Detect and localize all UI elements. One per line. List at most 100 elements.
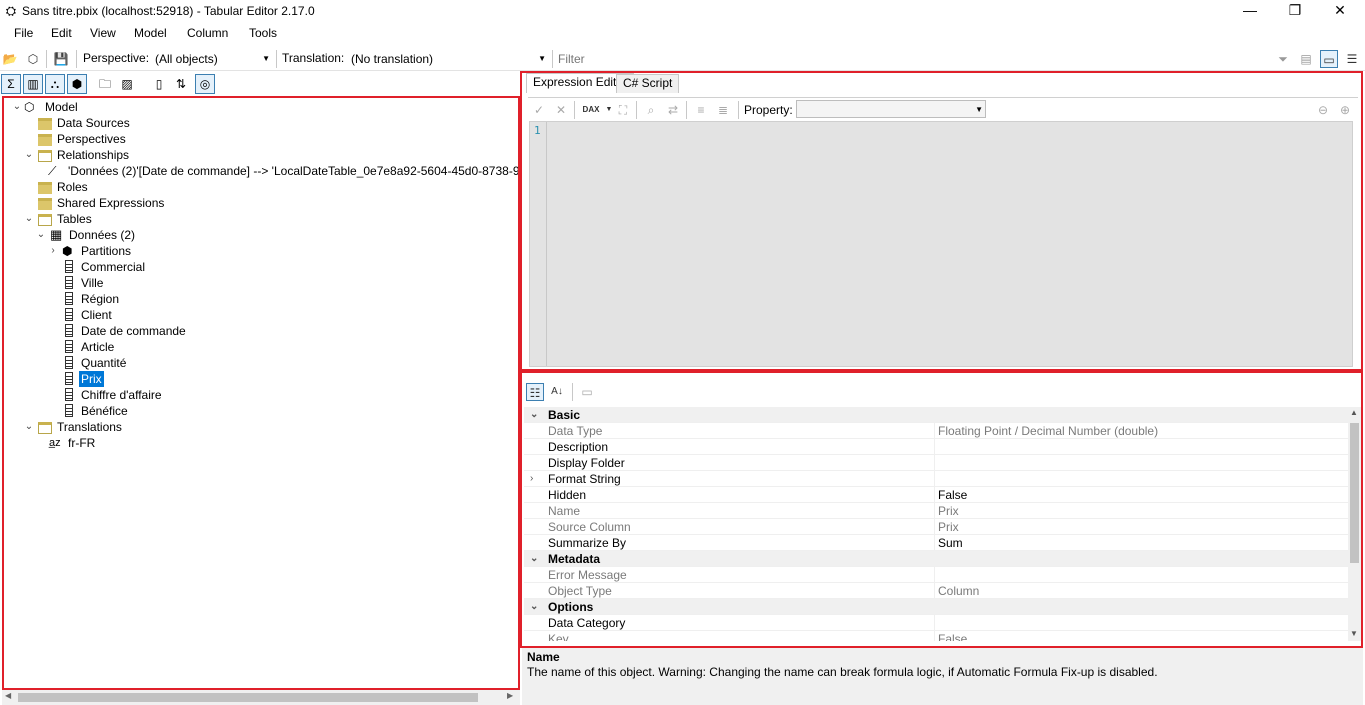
tree-node-column[interactable]: Date de commande <box>4 323 514 339</box>
chevron-down-icon[interactable]: ⌄ <box>36 227 46 243</box>
chevron-down-icon[interactable]: ⌄ <box>530 551 538 567</box>
property-row[interactable]: Hidden False <box>524 487 1348 503</box>
tree-node-shared-expressions[interactable]: Shared Expressions <box>4 195 514 211</box>
dependencies-icon[interactable]: ⛶ <box>614 101 632 119</box>
connect-icon[interactable]: ⬡ <box>24 50 42 68</box>
menu-column[interactable]: Column <box>187 26 228 40</box>
filter-input[interactable] <box>556 50 1256 68</box>
chevron-down-icon[interactable]: ⌄ <box>12 99 22 115</box>
column-divider[interactable] <box>934 439 935 455</box>
tree-node-column[interactable]: Client <box>4 307 514 323</box>
tree-node-column[interactable]: Article <box>4 339 514 355</box>
column-divider[interactable] <box>934 631 935 641</box>
show-columns-order-icon[interactable]: ▯ <box>149 74 169 94</box>
perspective-select[interactable]: (All objects) ▼ <box>151 50 272 68</box>
chevron-right-icon[interactable]: › <box>48 243 58 259</box>
chevron-down-icon[interactable]: ⌄ <box>24 211 34 227</box>
tree-node-column-selected[interactable]: Prix <box>4 371 514 387</box>
property-row[interactable]: Data Type Floating Point / Decimal Number… <box>524 423 1348 439</box>
tree-node-table[interactable]: ⌄ ▦ Données (2) <box>4 227 514 243</box>
column-divider[interactable] <box>934 519 935 535</box>
menu-tools[interactable]: Tools <box>249 26 277 40</box>
tree-view-icon[interactable]: ▭ <box>1320 50 1338 68</box>
column-divider[interactable] <box>934 455 935 471</box>
filter-icon[interactable]: ⏷ <box>1274 50 1292 68</box>
tree-node-relationships[interactable]: ⌄ Relationships <box>4 147 514 163</box>
replace-icon[interactable]: ⇄ <box>664 101 682 119</box>
property-value[interactable]: Sum <box>938 535 963 551</box>
chevron-right-icon[interactable]: › <box>530 471 533 487</box>
translation-select[interactable]: (No translation) ▼ <box>347 50 548 68</box>
comment-icon[interactable]: ≡ <box>692 101 710 119</box>
property-row[interactable]: Source Column Prix <box>524 519 1348 535</box>
property-category[interactable]: ⌄ Metadata <box>524 551 1348 567</box>
minimize-button[interactable]: — <box>1227 0 1273 22</box>
metadata-icon[interactable]: ◎ <box>195 74 215 94</box>
forward-icon[interactable]: ⊕ <box>1336 101 1354 119</box>
tree-node-perspectives[interactable]: Perspectives <box>4 131 514 147</box>
accept-icon[interactable]: ✓ <box>530 101 548 119</box>
show-hidden-icon[interactable]: ▨ <box>117 74 137 94</box>
show-folders-icon[interactable]: 🗀 <box>95 74 115 94</box>
scroll-down-icon[interactable]: ▼ <box>1350 629 1358 638</box>
cancel-icon[interactable]: ✕ <box>552 101 570 119</box>
property-select[interactable]: ▼ <box>796 100 986 118</box>
maximize-button[interactable]: ❐ <box>1272 0 1318 22</box>
scrollbar-thumb[interactable] <box>1350 423 1359 563</box>
tree-node-culture[interactable]: a̲z fr-FR <box>4 435 514 451</box>
property-row[interactable]: Display Folder <box>524 455 1348 471</box>
property-row[interactable]: Description <box>524 439 1348 455</box>
tree-node-column[interactable]: Région <box>4 291 514 307</box>
property-value[interactable]: False <box>938 487 967 503</box>
show-columns-icon[interactable]: ▥ <box>23 74 43 94</box>
chevron-down-icon[interactable]: ⌄ <box>24 419 34 435</box>
property-row[interactable]: Object Type Column <box>524 583 1348 599</box>
tree-node-column[interactable]: Bénéfice <box>4 403 514 419</box>
show-hierarchies-icon[interactable]: ⛬ <box>45 74 65 94</box>
property-row[interactable]: Error Message <box>524 567 1348 583</box>
list-view-icon[interactable]: ☰ <box>1343 50 1361 68</box>
alphabetical-icon[interactable]: A↓ <box>548 383 566 401</box>
tree-node-column[interactable]: Commercial <box>4 259 514 275</box>
scroll-right-icon[interactable]: ▶ <box>507 691 513 700</box>
tree-node-column[interactable]: Ville <box>4 275 514 291</box>
property-grid[interactable]: ⌄ Basic Data Type Floating Point / Decimal … <box>524 407 1348 641</box>
tree-horizontal-scrollbar[interactable]: ◀ ▶ <box>2 690 520 705</box>
save-icon[interactable]: 💾 <box>52 50 70 68</box>
open-icon[interactable]: 📂 <box>1 50 19 68</box>
tree-node-relationship[interactable]: ⟋ 'Données (2)'[Date de commande] --> 'L… <box>4 163 518 179</box>
tree-node-model[interactable]: ⌄ ⬡ Model <box>4 99 514 115</box>
property-category[interactable]: ⌄ Basic <box>524 407 1348 423</box>
column-divider[interactable] <box>934 503 935 519</box>
menu-edit[interactable]: Edit <box>51 26 72 40</box>
chevron-down-icon[interactable]: ⌄ <box>530 599 538 615</box>
property-row[interactable]: Name Prix <box>524 503 1348 519</box>
menu-view[interactable]: View <box>90 26 116 40</box>
display-mode-icon[interactable]: ▤ <box>1297 50 1315 68</box>
menu-model[interactable]: Model <box>134 26 167 40</box>
scrollbar-thumb[interactable] <box>18 693 478 702</box>
scroll-left-icon[interactable]: ◀ <box>5 691 11 700</box>
property-category[interactable]: ⌄ Options <box>524 599 1348 615</box>
property-row[interactable]: Summarize By Sum <box>524 535 1348 551</box>
property-pages-icon[interactable]: ▭ <box>578 383 596 401</box>
uncomment-icon[interactable]: ≣ <box>714 101 732 119</box>
tree-node-translations[interactable]: ⌄ Translations <box>4 419 514 435</box>
column-divider[interactable] <box>934 615 935 631</box>
property-row[interactable]: › Format String <box>524 471 1348 487</box>
menu-file[interactable]: File <box>14 26 33 40</box>
column-divider[interactable] <box>934 487 935 503</box>
column-divider[interactable] <box>934 471 935 487</box>
scroll-up-icon[interactable]: ▲ <box>1350 408 1358 417</box>
tree-node-column[interactable]: Chiffre d'affaire <box>4 387 514 403</box>
tree-node-data-sources[interactable]: Data Sources <box>4 115 514 131</box>
tree-node-column[interactable]: Quantité <box>4 355 514 371</box>
tree-node-tables[interactable]: ⌄ Tables <box>4 211 514 227</box>
property-row[interactable]: Key False <box>524 631 1348 641</box>
tree-node-roles[interactable]: Roles <box>4 179 514 195</box>
code-editor[interactable]: 1 <box>529 121 1353 367</box>
tree-node-partitions[interactable]: › ⬢ Partitions <box>4 243 514 259</box>
find-icon[interactable]: ⌕ <box>642 101 660 119</box>
show-partitions-icon[interactable]: ⬢ <box>67 74 87 94</box>
categorized-icon[interactable]: ☷ <box>526 383 544 401</box>
